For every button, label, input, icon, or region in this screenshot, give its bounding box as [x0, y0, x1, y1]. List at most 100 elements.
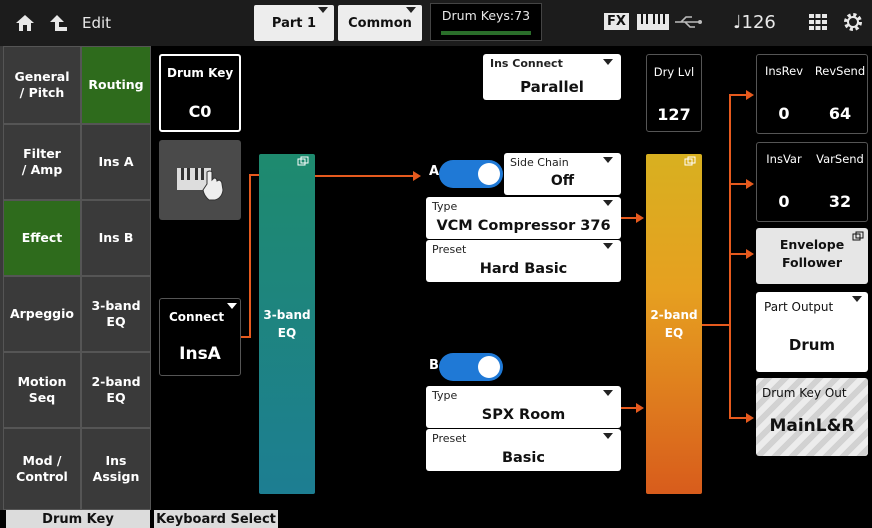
- nav-label: Motion Seq: [17, 374, 67, 405]
- side-chain-label: Side Chain: [510, 156, 569, 169]
- part-output-selector[interactable]: Part Output Drum: [756, 292, 868, 372]
- subnav-3band-eq[interactable]: 3-band EQ: [81, 276, 151, 352]
- drum-key-value: C0: [188, 102, 212, 121]
- connect-dropdown-arrow-icon: [227, 303, 237, 309]
- route-arrow-icon: [636, 213, 644, 223]
- eq2-expand-icon: [684, 156, 696, 166]
- part-output-label: Part Output: [764, 300, 834, 314]
- ins-b-type-selector[interactable]: Type SPX Room: [426, 386, 621, 428]
- route-arrow-icon: [413, 171, 421, 181]
- drum-keys-indicator[interactable]: Drum Keys:73: [430, 3, 542, 41]
- subnav-routing[interactable]: Routing: [81, 46, 151, 124]
- ins-a-type-selector[interactable]: Type VCM Compressor 376: [426, 197, 621, 239]
- type-label: Type: [432, 200, 458, 213]
- ins-rev-value: 0: [778, 104, 790, 123]
- var-send-label: VarSend: [816, 152, 864, 166]
- ins-var-value: 0: [778, 192, 790, 211]
- back-arrow-icon[interactable]: [48, 13, 68, 33]
- route-arrow-icon: [746, 179, 754, 189]
- nav-motion-seq[interactable]: Motion Seq: [3, 352, 81, 428]
- drum-key-out-value: MainL&R: [769, 416, 855, 436]
- rev-send-value: 64: [828, 104, 852, 123]
- route-arrow-icon: [746, 90, 754, 100]
- home-icon[interactable]: [14, 13, 36, 33]
- nav-general-pitch[interactable]: General / Pitch: [3, 46, 81, 124]
- route-arrow-icon: [746, 249, 754, 259]
- connect-selector[interactable]: Connect InsA: [159, 298, 241, 376]
- tab-keyboard-select[interactable]: Keyboard Select: [154, 510, 278, 528]
- ins-connect-value: Parallel: [520, 78, 584, 96]
- drum-key-selector[interactable]: Drum Key C0: [159, 54, 241, 132]
- ins-var-label: InsVar: [766, 152, 802, 166]
- subnav-label: Ins Assign: [92, 453, 140, 484]
- subnav-2band-eq[interactable]: 2-band EQ: [81, 352, 151, 428]
- route-arrow-icon: [746, 413, 754, 423]
- route-line: [315, 175, 415, 177]
- var-send-knob[interactable]: VarSend 32: [812, 142, 868, 222]
- nav-label: Arpeggio: [9, 306, 75, 321]
- subnav-ins-assign[interactable]: Ins Assign: [81, 428, 151, 510]
- ins-b-letter: B: [429, 358, 439, 373]
- tempo-display[interactable]: ♩126: [733, 12, 776, 33]
- var-send-value: 32: [828, 192, 852, 211]
- nav-label: Filter / Amp: [21, 146, 63, 177]
- ins-b-preset-selector[interactable]: Preset Basic: [426, 429, 621, 471]
- ins-a-preset-selector[interactable]: Preset Hard Basic: [426, 240, 621, 282]
- type-label: Type: [432, 389, 458, 402]
- tab-label: Drum Key: [42, 511, 114, 527]
- nav-mod-control[interactable]: Mod / Control: [3, 428, 81, 510]
- route-line: [729, 94, 731, 418]
- rev-send-knob[interactable]: RevSend 64: [812, 54, 868, 134]
- eq2-block[interactable]: 2-band EQ: [646, 154, 702, 494]
- drum-key-out-selector[interactable]: Drum Key Out MainL&R: [756, 378, 868, 456]
- keyboard-select-button[interactable]: [159, 140, 241, 220]
- edit-title: Edit: [82, 14, 112, 32]
- envelope-follower-label: Envelope Follower: [779, 237, 845, 270]
- gear-icon[interactable]: [842, 11, 864, 33]
- nav-arpeggio[interactable]: Arpeggio: [3, 276, 81, 352]
- toggle-knob: [478, 356, 500, 378]
- route-line: [621, 217, 637, 219]
- common-dropdown-arrow-icon: [406, 7, 416, 13]
- preset-value: Basic: [501, 450, 546, 466]
- type-value: VCM Compressor 376: [436, 218, 611, 234]
- eq3-block[interactable]: 3-band EQ: [259, 154, 315, 494]
- route-line: [729, 94, 747, 96]
- nav-label: Effect: [21, 230, 63, 245]
- subnav-label: Routing: [88, 77, 144, 92]
- eq3-expand-icon: [297, 156, 309, 166]
- ins-connect-label: Ins Connect: [490, 57, 563, 70]
- nav-label: General / Pitch: [14, 69, 70, 100]
- preset-dropdown-arrow-icon: [603, 243, 613, 249]
- subnav-ins-b[interactable]: Ins B: [81, 200, 151, 276]
- route-line: [702, 324, 730, 326]
- dry-level-label: Dry Lvl: [653, 65, 695, 79]
- nav-filter-amp[interactable]: Filter / Amp: [3, 124, 81, 200]
- ins-connect-selector[interactable]: Ins Connect Parallel: [483, 54, 621, 100]
- grid-icon[interactable]: [808, 13, 828, 31]
- part-label: Part 1: [271, 15, 317, 31]
- fx-icon[interactable]: FX: [604, 13, 629, 30]
- route-line: [249, 174, 259, 176]
- tab-drum-key[interactable]: Drum Key: [6, 510, 150, 528]
- nav-effect[interactable]: Effect: [3, 200, 81, 276]
- preset-label: Preset: [432, 243, 467, 256]
- envelope-expand-icon: [852, 231, 864, 241]
- ins-a-toggle[interactable]: [439, 160, 503, 188]
- preset-label: Preset: [432, 432, 467, 445]
- ins-b-toggle[interactable]: [439, 353, 503, 381]
- type-value: SPX Room: [481, 407, 566, 423]
- eq2-label: 2-band EQ: [650, 308, 698, 340]
- ins-var-knob[interactable]: InsVar 0: [756, 142, 812, 222]
- ins-rev-knob[interactable]: InsRev 0: [756, 54, 812, 134]
- subnav-label: 2-band EQ: [91, 374, 141, 405]
- route-arrow-icon: [636, 403, 644, 413]
- subnav-label: Ins A: [98, 154, 134, 169]
- dry-level-value: 127: [657, 105, 691, 124]
- subnav-ins-a[interactable]: Ins A: [81, 124, 151, 200]
- tab-label: Keyboard Select: [156, 511, 276, 527]
- ins-rev-label: InsRev: [764, 64, 804, 78]
- preset-dropdown-arrow-icon: [603, 433, 613, 439]
- part-output-value: Drum: [788, 336, 836, 354]
- dry-level-knob[interactable]: Dry Lvl 127: [646, 54, 702, 132]
